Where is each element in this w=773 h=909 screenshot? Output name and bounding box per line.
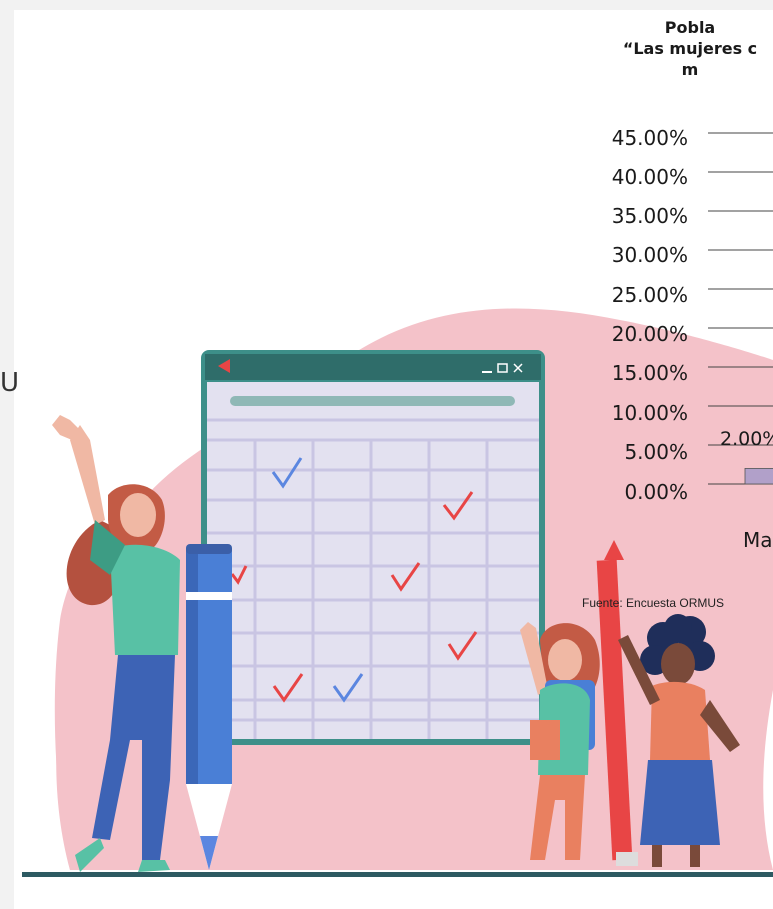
x-category-label: Ma: [743, 528, 773, 552]
bar-data-label: 2.00%: [720, 428, 773, 450]
chart-plot-area: [708, 132, 773, 485]
cropped-edge-text: U: [0, 368, 20, 398]
source-note: Fuente: Encuesta ORMUS: [582, 596, 725, 610]
data-bar: [744, 467, 773, 485]
